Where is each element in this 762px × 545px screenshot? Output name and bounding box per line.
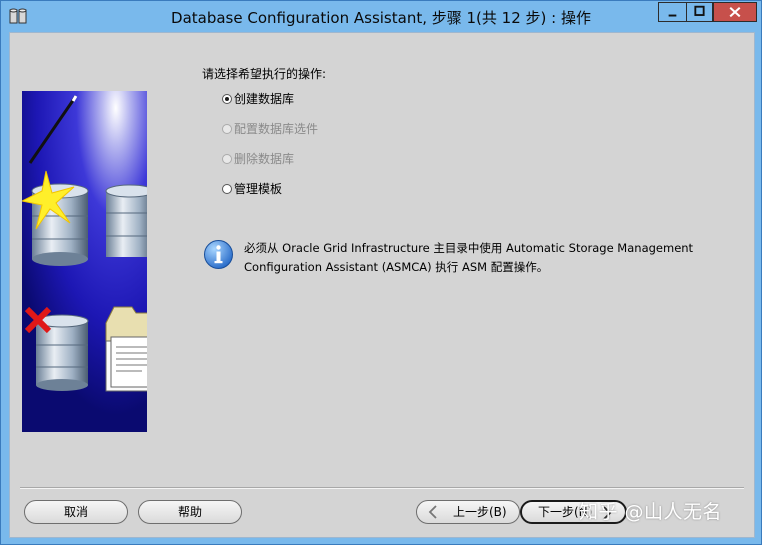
footer-divider xyxy=(20,487,744,489)
close-button[interactable] xyxy=(713,2,757,22)
window-title: Database Configuration Assistant, 步骤 1(共… xyxy=(171,9,591,27)
info-icon xyxy=(204,240,233,269)
maximize-button[interactable] xyxy=(686,2,713,22)
asm-info-line-1: 必须从 Oracle Grid Infrastructure 主目录中使用 Au… xyxy=(244,241,694,255)
back-button-label: 上一步(B) xyxy=(453,505,507,519)
chevron-left-icon xyxy=(428,505,437,519)
dialog-body: 请选择希望执行的操作: 创建数据库 配置数据库选件 删除数据库 管理模板 必须从… xyxy=(9,32,755,538)
asm-info-line-2: Configuration Assistant (ASMCA) 执行 ASM 配… xyxy=(244,260,549,274)
radio-delete-database[interactable] xyxy=(222,154,232,164)
radio-manage-templates[interactable] xyxy=(222,184,232,194)
radio-configure-options[interactable] xyxy=(222,124,232,134)
asm-info-message: 必须从 Oracle Grid Infrastructure 主目录中使用 Au… xyxy=(244,239,714,277)
close-icon xyxy=(729,6,741,18)
cancel-button[interactable]: 取消 xyxy=(24,500,128,524)
radio-create-database[interactable] xyxy=(222,94,232,104)
minimize-button[interactable] xyxy=(658,2,686,22)
help-button[interactable]: 帮助 xyxy=(138,500,242,524)
option-create-database-label: 创建数据库 xyxy=(234,92,295,106)
dbca-window: Database Configuration Assistant, 步骤 1(共… xyxy=(0,0,762,545)
option-delete-database-label: 删除数据库 xyxy=(234,152,295,166)
maximize-icon xyxy=(694,5,705,16)
database-operations-illustration xyxy=(22,91,147,432)
watermark-text: 知乎 @山人无名 xyxy=(579,501,723,523)
option-delete-database[interactable]: 删除数据库 xyxy=(222,151,294,167)
back-button[interactable]: 上一步(B) xyxy=(416,500,520,524)
option-manage-templates[interactable]: 管理模板 xyxy=(222,181,282,197)
operation-prompt: 请选择希望执行的操作: xyxy=(202,67,327,81)
option-configure-options-label: 配置数据库选件 xyxy=(234,122,319,136)
option-manage-templates-label: 管理模板 xyxy=(234,182,283,196)
option-create-database[interactable]: 创建数据库 xyxy=(222,91,294,107)
title-bar[interactable]: Database Configuration Assistant, 步骤 1(共… xyxy=(1,1,761,32)
option-configure-options[interactable]: 配置数据库选件 xyxy=(222,121,318,137)
minimize-icon xyxy=(668,14,677,17)
